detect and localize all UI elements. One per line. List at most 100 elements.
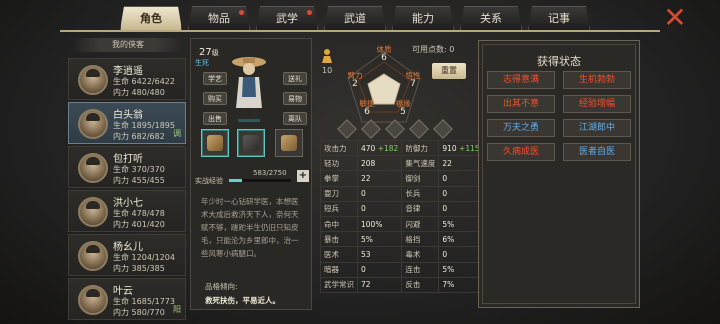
stat-value: 208 <box>356 155 403 172</box>
stat-label: 耍刀 <box>320 185 358 202</box>
sell-button[interactable]: 出售 <box>203 112 227 125</box>
exp-label: 实战经验 <box>195 177 223 185</box>
notification-dot <box>307 10 312 15</box>
avatar <box>78 285 108 315</box>
hero-name: 叶云 <box>113 286 133 297</box>
hero-name: 包打听 <box>113 154 143 165</box>
hero-tag: 阳 <box>173 305 181 314</box>
add-exp-button[interactable]: + <box>297 170 309 182</box>
gauntlet-icon <box>207 135 223 151</box>
notification-dot <box>239 10 244 15</box>
person-icon <box>322 49 332 63</box>
hero-hp: 生命 478/478 <box>113 209 165 218</box>
stat-value: 470 +182 <box>356 139 403 157</box>
avatar <box>78 197 108 227</box>
hero-mp: 内力 682/682 <box>113 132 165 141</box>
tab-character[interactable]: 角色 <box>120 6 182 30</box>
status-item[interactable]: 出其不意 <box>487 95 555 113</box>
armor-slot[interactable] <box>237 129 265 157</box>
status-item[interactable]: 江湖郎中 <box>563 119 631 137</box>
character-portrait <box>232 57 266 122</box>
stat-label: 集气速度 <box>401 155 440 172</box>
hero-mp: 内力 385/385 <box>113 264 165 273</box>
hero-item-3[interactable]: 洪小七 生命 478/478 内力 401/420 <box>68 190 186 232</box>
stat-value: 5% <box>356 231 403 248</box>
tab-martial-way[interactable]: 武道 <box>324 6 386 30</box>
stat-value: 6% <box>438 231 484 248</box>
stat-label: 暗器 <box>320 261 358 278</box>
hero-mp: 内力 480/480 <box>113 88 165 97</box>
barter-button[interactable]: 易物 <box>283 92 307 105</box>
tab-journal[interactable]: 记事 <box>528 6 590 30</box>
tab-items[interactable]: 物品 <box>188 6 250 30</box>
stats-panel: 10 体质 6 臂力 2 悟性 7 敏捷 6 福缘 5 可用点数: 0 重置 攻… <box>314 38 484 310</box>
stat-label: 防御力 <box>401 139 440 157</box>
leave-party-button[interactable]: 离队 <box>283 112 307 125</box>
gift-button[interactable]: 送礼 <box>283 72 307 85</box>
stat-value: 0 <box>438 200 484 217</box>
hero-tag: 调 <box>173 129 181 138</box>
bio-text: 年少时一心钻研学医，本想医术大成后救济天下人，奈何天赋不够，蹉跎半生仍旧只知皮毛… <box>201 197 299 258</box>
status-item[interactable]: 万夫之勇 <box>487 119 555 137</box>
buy-button[interactable]: 购买 <box>203 92 227 105</box>
hero-list[interactable]: 李逍遥 生命 6422/6422 内力 480/480 白头翁 生命 1895/… <box>68 58 186 322</box>
hero-hp: 生命 1685/1773 <box>113 297 175 306</box>
hero-item-5[interactable]: 叶云 生命 1685/1773 内力 580/770 阳 <box>68 278 186 320</box>
stats-row: 武学常识 72 反击 7% <box>320 276 484 293</box>
avatar <box>78 65 108 95</box>
hero-mp: 内力 580/770 <box>113 308 165 317</box>
gem-slot[interactable] <box>433 119 453 139</box>
stats-row: 轻功 208 集气速度 22 <box>320 155 484 172</box>
exp-bar-fill <box>229 179 243 182</box>
hero-hp: 生命 1895/1895 <box>113 121 175 130</box>
hero-item-2[interactable]: 包打听 生命 370/370 内力 455/455 <box>68 146 186 188</box>
stat-value: 22 <box>356 170 403 187</box>
reset-button[interactable]: 重置 <box>432 63 466 79</box>
close-x-icon[interactable]: ✕ <box>662 4 688 32</box>
weapon-slot[interactable] <box>201 129 229 157</box>
stat-value: 0 <box>438 170 484 187</box>
status-item[interactable]: 志得意满 <box>487 71 555 89</box>
hero-name: 白头翁 <box>113 110 143 121</box>
status-item[interactable]: 久病成医 <box>487 143 555 161</box>
stat-label: 医术 <box>320 246 358 263</box>
stat-label: 毒术 <box>401 246 440 263</box>
stat-label: 反击 <box>401 276 440 293</box>
hero-item-1[interactable]: 白头翁 生命 1895/1895 内力 682/682 调 <box>68 102 186 144</box>
stat-label: 武学常识 <box>320 276 358 293</box>
stat-label: 御剑 <box>401 170 440 187</box>
stat-value: 0 <box>438 185 484 202</box>
tab-ability[interactable]: 能力 <box>392 6 454 30</box>
hero-hp: 生命 6422/6422 <box>113 77 175 86</box>
scroll-icon <box>281 135 297 151</box>
exp-bar <box>229 179 291 182</box>
status-item[interactable]: 经验增幅 <box>563 95 631 113</box>
attr-strength-value: 2 <box>352 79 358 89</box>
stat-label: 命中 <box>320 215 358 233</box>
hero-hp: 生命 370/370 <box>113 165 165 174</box>
stats-row: 暴击 5% 格挡 6% <box>320 231 484 248</box>
stat-value: 0 <box>438 246 484 263</box>
learn-button[interactable]: 学艺 <box>203 72 227 85</box>
armor-icon <box>243 135 259 151</box>
tab-relations[interactable]: 关系 <box>460 6 522 30</box>
stat-value: 5% <box>438 215 484 233</box>
hero-item-4[interactable]: 杨幺儿 生命 1204/1204 内力 385/385 <box>68 234 186 276</box>
stat-label: 闪避 <box>401 215 440 233</box>
attr-wisdom-value: 7 <box>410 79 416 89</box>
stat-label: 轻功 <box>320 155 358 172</box>
level: 27级 <box>199 47 219 58</box>
stats-row: 攻击力 470 +182 防御力 910 +115 <box>320 139 484 157</box>
trait-title: 品格倾向: <box>205 282 238 291</box>
status-item[interactable]: 医者自医 <box>563 143 631 161</box>
tab-martial-arts[interactable]: 武学 <box>256 6 318 30</box>
hero-hp: 生命 1204/1204 <box>113 253 175 262</box>
hero-item-0[interactable]: 李逍遥 生命 6422/6422 内力 480/480 <box>68 58 186 100</box>
stats-row: 暗器 0 连击 5% <box>320 261 484 278</box>
accessory-slot[interactable] <box>275 129 303 157</box>
hero-mp: 内力 401/420 <box>113 220 165 229</box>
stats-table: 攻击力 470 +182 防御力 910 +115 轻功 208 集气速度 22 拳掌 22 … <box>320 139 484 293</box>
avatar <box>78 109 108 139</box>
status-item[interactable]: 生机勃勃 <box>563 71 631 89</box>
stat-label: 音律 <box>401 200 440 217</box>
